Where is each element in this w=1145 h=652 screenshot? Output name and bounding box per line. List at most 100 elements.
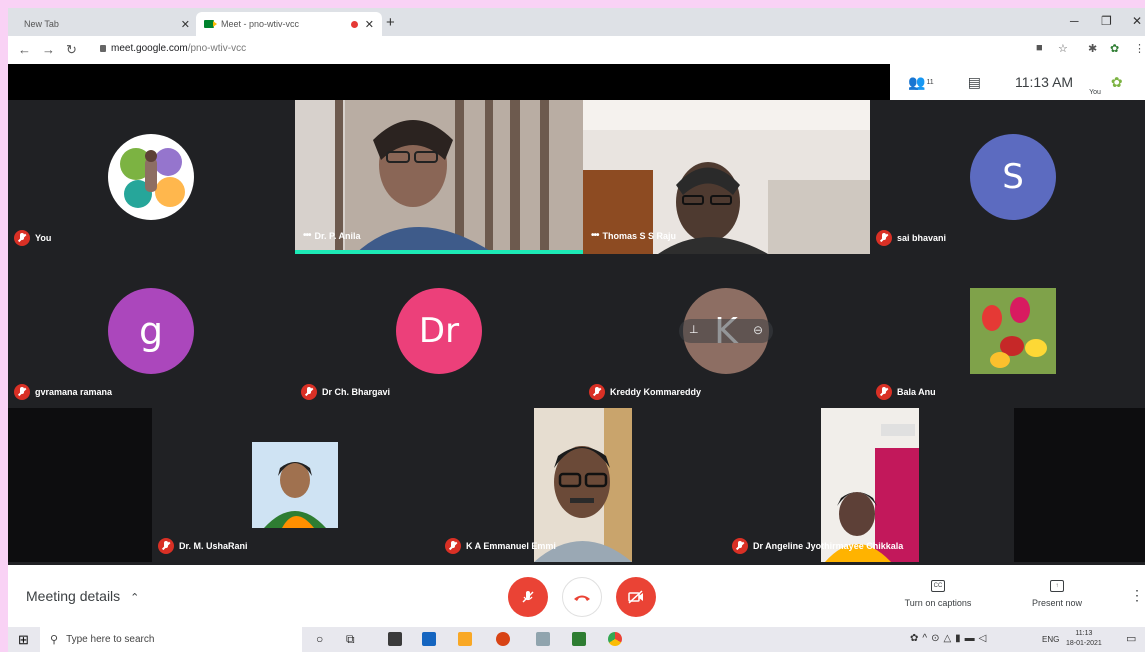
url-field[interactable]: meet.google.com/pno-wtiv-vcc <box>111 43 246 54</box>
participant-tile-kreddy[interactable]: K ⊥ ⊖ Kreddy Kommareddy <box>583 254 870 408</box>
tulips-image-icon <box>970 288 1056 374</box>
excel-icon[interactable] <box>572 632 586 646</box>
participant-name-row: sai bhavani <box>876 230 946 246</box>
tab-new-tab[interactable]: New Tab ✕ <box>14 12 194 36</box>
camera-off-icon <box>628 590 643 604</box>
speaking-indicator-icon: ••• <box>303 230 311 241</box>
forward-icon[interactable]: → <box>42 42 55 57</box>
meeting-details-button[interactable]: Meeting details ⌃ <box>26 588 139 604</box>
mic-toggle-button[interactable] <box>508 577 548 617</box>
camera-toggle-button[interactable] <box>616 577 656 617</box>
file-explorer-icon[interactable] <box>458 632 472 646</box>
camera-indicator-icon[interactable]: ■ <box>1036 42 1043 54</box>
remove-icon[interactable]: ⊖ <box>753 323 763 337</box>
participant-tile-usharani[interactable]: Dr. M. UshaRani <box>152 408 439 562</box>
participant-tile-you[interactable]: You <box>8 100 295 254</box>
word-icon[interactable] <box>422 632 436 646</box>
minimize-icon[interactable]: ─ <box>1070 14 1079 28</box>
participant-tile-video[interactable]: ••• Thomas S S Raju <box>583 100 870 254</box>
self-avatar-icon[interactable]: ✿ <box>1111 74 1123 91</box>
participant-name: sai bhavani <box>897 233 947 243</box>
close-icon[interactable]: ✕ <box>181 18 190 31</box>
profile-icon[interactable]: ✿ <box>1110 42 1119 55</box>
mic-off-icon <box>876 384 892 400</box>
cortana-icon[interactable]: ○ <box>316 632 323 646</box>
participant-name-row: ••• Dr. P. Anila <box>303 230 361 241</box>
mic-off-icon <box>589 384 605 400</box>
present-button[interactable]: ↑ Present now <box>1022 580 1092 608</box>
participant-name: Kreddy Kommareddy <box>610 387 702 397</box>
language-indicator[interactable]: ENG <box>1042 635 1059 644</box>
recording-dot-icon <box>351 20 358 28</box>
new-tab-plus-icon[interactable]: + <box>386 14 395 31</box>
chat-icon[interactable]: ▤ <box>968 74 981 91</box>
meet-stage: You ••• Dr. P. Anila ••• Thomas S S Raju… <box>8 64 1145 565</box>
photos-icon[interactable] <box>536 632 550 646</box>
meeting-clock: 11:13 AM <box>1014 74 1074 90</box>
office-icon[interactable] <box>496 632 510 646</box>
participant-name-row: You <box>14 230 51 246</box>
participant-name: You <box>35 233 52 243</box>
lock-icon <box>100 45 106 52</box>
menu-kebab-icon[interactable]: ⋮ <box>1134 42 1145 55</box>
mic-off-icon <box>876 230 892 246</box>
taskbar-search-box[interactable]: ⚲ Type here to search <box>40 627 302 652</box>
participant-tile-bala-anu[interactable]: Bala Anu <box>870 254 1145 408</box>
windows-start-icon[interactable]: ⊞ <box>18 632 29 648</box>
captions-button[interactable]: CC Turn on captions <box>898 580 978 608</box>
participant-tile-bhargavi[interactable]: Dr Dr Ch. Bhargavi <box>295 254 583 408</box>
participant-name-row: ••• Thomas S S Raju <box>591 230 676 241</box>
meet-favicon-icon <box>204 20 217 28</box>
reload-icon[interactable]: ↻ <box>66 42 77 58</box>
people-icon[interactable]: 👥 <box>908 74 925 91</box>
maximize-icon[interactable]: ❐ <box>1101 14 1112 28</box>
mic-off-icon <box>445 538 461 554</box>
letterbox-right <box>1014 408 1145 562</box>
hang-up-icon <box>574 595 590 601</box>
chrome-icon[interactable] <box>608 632 622 646</box>
present-label: Present now <box>1031 598 1083 608</box>
url-path: /pno-wtiv-vcc <box>187 43 247 54</box>
avatar <box>108 134 194 220</box>
task-view-icon[interactable]: ⧉ <box>346 632 355 647</box>
participant-tile-video[interactable]: ••• Dr. P. Anila <box>295 100 583 254</box>
taskbar-search-placeholder: Type here to search <box>66 634 155 645</box>
avatar-image-icon <box>120 148 185 208</box>
back-icon[interactable]: ← <box>18 42 31 57</box>
participant-tile-angeline[interactable]: Dr Angeline Jyothirmayee Chikkala <box>726 408 1014 562</box>
participant-name: Bala Anu <box>897 387 936 397</box>
participant-name-row: gvramana ramana <box>14 384 112 400</box>
system-tray-icons[interactable]: ✿^⊙△▮▬◁ <box>910 633 990 644</box>
close-icon[interactable]: ✕ <box>365 18 374 31</box>
window-close-icon[interactable]: ✕ <box>1132 14 1142 28</box>
leave-call-button[interactable] <box>562 577 602 617</box>
participant-name-row: Dr Ch. Bhargavi <box>301 384 390 400</box>
participant-name-row: K A Emmanuel Emmi <box>445 538 556 554</box>
participant-name-row: Dr. M. UshaRani <box>158 538 248 554</box>
hover-controls: ⊥ ⊖ <box>679 319 773 343</box>
participant-tile-gvramana[interactable]: g gvramana ramana <box>8 254 295 408</box>
tab-meet[interactable]: Meet - pno-wtiv-vcc ✕ <box>196 12 382 36</box>
windows-taskbar: ⊞ ⚲ Type here to search ○ ⧉ ✿^⊙△▮▬◁ ENG … <box>8 627 1145 652</box>
mic-off-icon <box>522 591 534 603</box>
participant-name: Dr Ch. Bhargavi <box>322 387 391 397</box>
avatar <box>970 288 1056 374</box>
speaking-indicator-icon: ••• <box>591 230 599 241</box>
more-options-icon[interactable]: ⋮ <box>1130 587 1144 604</box>
extensions-icon[interactable]: ✱ <box>1088 42 1097 55</box>
search-icon: ⚲ <box>50 634 59 646</box>
participant-name-row: Dr Angeline Jyothirmayee Chikkala <box>732 538 903 554</box>
taskbar-time: 11:13 <box>1075 630 1093 637</box>
portrait-image-icon <box>252 442 338 528</box>
chevron-up-icon: ⌃ <box>130 592 140 604</box>
avatar: Dr <box>396 288 482 374</box>
taskbar-clock[interactable]: 11:13 18-01-2021 <box>1066 629 1102 649</box>
participant-tile-emmanuel[interactable]: K A Emmanuel Emmi <box>439 408 726 562</box>
bookmark-star-icon[interactable]: ☆ <box>1058 42 1068 55</box>
participant-tile-sai-bhavani[interactable]: S sai bhavani <box>870 100 1145 254</box>
pin-icon[interactable]: ⊥ <box>689 323 699 336</box>
notifications-icon[interactable]: ▭ <box>1126 632 1136 645</box>
avatar: g <box>108 288 194 374</box>
avatar: S <box>970 134 1056 220</box>
store-icon[interactable] <box>388 632 402 646</box>
